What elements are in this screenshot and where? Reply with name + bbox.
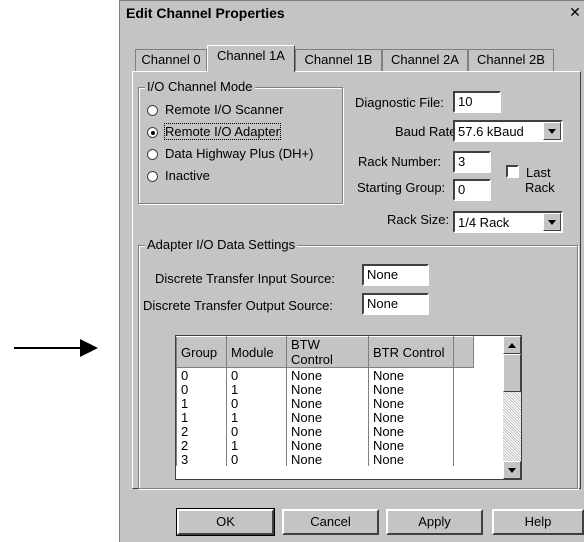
column-header-group[interactable]: Group <box>176 336 227 368</box>
cell-btw-control[interactable]: None <box>286 424 369 438</box>
cell-btw-control[interactable]: None <box>286 382 369 396</box>
rack-size-label: Rack Size: <box>387 212 450 227</box>
edit-channel-properties-dialog: Edit Channel Properties ✕ Channel 0 Chan… <box>119 0 584 542</box>
diagnostic-file-label: Diagnostic File: <box>355 95 444 110</box>
rack-size-value: 1/4 Rack <box>458 215 510 230</box>
cell-btr-control[interactable]: None <box>368 367 454 382</box>
table-row[interactable]: 2 1 None None <box>176 438 474 452</box>
cell-module: 0 <box>226 396 287 410</box>
baud-rate-select[interactable]: 57.6 kBaud <box>453 120 563 142</box>
scroll-down-icon[interactable] <box>503 461 521 479</box>
io-channel-mode-title: I/O Channel Mode <box>145 79 255 94</box>
table-row[interactable]: 0 1 None None <box>176 382 474 396</box>
radio-label: Data Highway Plus (DH+) <box>165 146 314 161</box>
tab-channel-0[interactable]: Channel 0 <box>135 49 207 71</box>
title-bar: Edit Channel Properties ✕ <box>120 1 584 23</box>
output-source-label: Discrete Transfer Output Source: <box>143 298 334 313</box>
radio-label: Remote I/O Scanner <box>165 102 284 117</box>
radio-button[interactable] <box>147 171 158 182</box>
table-row[interactable]: 3 0 None None <box>176 452 474 466</box>
cell-btw-control[interactable]: None <box>286 396 369 410</box>
starting-group-input[interactable]: 0 <box>453 179 491 201</box>
pointer-arrow-line <box>14 347 82 349</box>
table: Group Module BTW Control BTR Control 00N… <box>176 336 474 466</box>
cell-module: 0 <box>226 452 287 466</box>
ok-button[interactable]: OK <box>176 508 275 536</box>
last-rack-checkbox[interactable] <box>506 165 519 178</box>
close-icon[interactable]: ✕ <box>568 5 582 19</box>
cell-group: 1 <box>176 396 227 410</box>
cell-btw-control[interactable]: None <box>286 367 369 382</box>
scroll-up-icon[interactable] <box>503 336 521 354</box>
cell-group: 0 <box>176 367 227 382</box>
cell-module: 1 <box>226 410 287 424</box>
tab-channel-2a[interactable]: Channel 2A <box>382 49 468 71</box>
cell-btr-control[interactable]: None <box>368 396 454 410</box>
radio-button-checked[interactable] <box>147 127 158 138</box>
io-data-table: Group Module BTW Control BTR Control 00N… <box>175 335 522 480</box>
tab-channel-1b[interactable]: Channel 1B <box>295 49 382 71</box>
cell-module: 0 <box>226 424 287 438</box>
table-row[interactable]: 1 0 None None <box>176 396 474 410</box>
cell-module: 1 <box>226 438 287 452</box>
cancel-button[interactable]: Cancel <box>282 509 379 535</box>
cell-btw-control[interactable]: None <box>286 410 369 424</box>
cell-group: 2 <box>176 424 227 438</box>
scroll-thumb[interactable] <box>503 354 521 392</box>
table-header-row: Group Module BTW Control BTR Control <box>176 336 474 368</box>
help-button[interactable]: Help <box>492 509 584 535</box>
last-rack-label-line1: Last <box>526 165 551 180</box>
rack-size-select[interactable]: 1/4 Rack <box>453 211 563 233</box>
table-row[interactable]: 2 0 None None <box>176 424 474 438</box>
scroll-track[interactable] <box>503 392 521 461</box>
input-source-label: Discrete Transfer Input Source: <box>155 271 335 286</box>
radio-label: Inactive <box>165 168 210 183</box>
table-row[interactable]: 1 1 None None <box>176 410 474 424</box>
adapter-settings-title: Adapter I/O Data Settings <box>145 237 298 252</box>
diagnostic-file-input[interactable]: 10 <box>453 91 501 113</box>
cell-group: 0 <box>176 382 227 396</box>
column-header-btw-control[interactable]: BTW Control <box>286 336 369 368</box>
cell-group: 3 <box>176 452 227 466</box>
tab-panel: I/O Channel Mode Remote I/O Scanner Remo… <box>132 71 581 489</box>
cell-btr-control[interactable]: None <box>368 452 454 466</box>
cell-group: 1 <box>176 410 227 424</box>
table-row[interactable]: 0 0 None None <box>176 367 474 382</box>
rack-number-input[interactable]: 3 <box>453 151 491 173</box>
pointer-arrow-icon <box>80 339 98 357</box>
cell-btr-control[interactable]: None <box>368 410 454 424</box>
starting-group-label: Starting Group: <box>357 180 446 195</box>
cell-btw-control[interactable]: None <box>286 452 369 466</box>
cell-btr-control[interactable]: None <box>368 382 454 396</box>
chevron-down-icon[interactable] <box>543 122 561 140</box>
baud-rate-label: Baud Rate: <box>395 124 461 139</box>
cell-module: 1 <box>226 382 287 396</box>
last-rack-label-line2: Rack <box>525 180 555 195</box>
cell-btr-control[interactable]: None <box>368 438 454 452</box>
vertical-scrollbar[interactable] <box>503 336 521 479</box>
cell-btr-control[interactable]: None <box>368 424 454 438</box>
cell-group: 2 <box>176 438 227 452</box>
tab-channel-2b[interactable]: Channel 2B <box>468 49 554 71</box>
output-source-input[interactable]: None <box>362 293 429 315</box>
dialog-title: Edit Channel Properties <box>126 5 285 21</box>
apply-button[interactable]: Apply <box>386 509 483 535</box>
column-header-btr-control[interactable]: BTR Control <box>368 336 454 368</box>
input-source-input[interactable]: None <box>362 264 429 286</box>
radio-button[interactable] <box>147 105 158 116</box>
cell-btw-control[interactable]: None <box>286 438 369 452</box>
rack-number-label: Rack Number: <box>358 154 442 169</box>
radio-button[interactable] <box>147 149 158 160</box>
io-channel-mode-group: I/O Channel Mode Remote I/O Scanner Remo… <box>138 79 343 204</box>
column-header-spacer <box>453 336 474 368</box>
cell-module: 0 <box>226 367 287 382</box>
column-header-module[interactable]: Module <box>226 336 287 368</box>
radio-label: Remote I/O Adapter <box>164 123 281 140</box>
tab-channel-1a[interactable]: Channel 1A <box>207 45 295 72</box>
baud-rate-value: 57.6 kBaud <box>458 124 524 139</box>
chevron-down-icon[interactable] <box>543 213 561 231</box>
